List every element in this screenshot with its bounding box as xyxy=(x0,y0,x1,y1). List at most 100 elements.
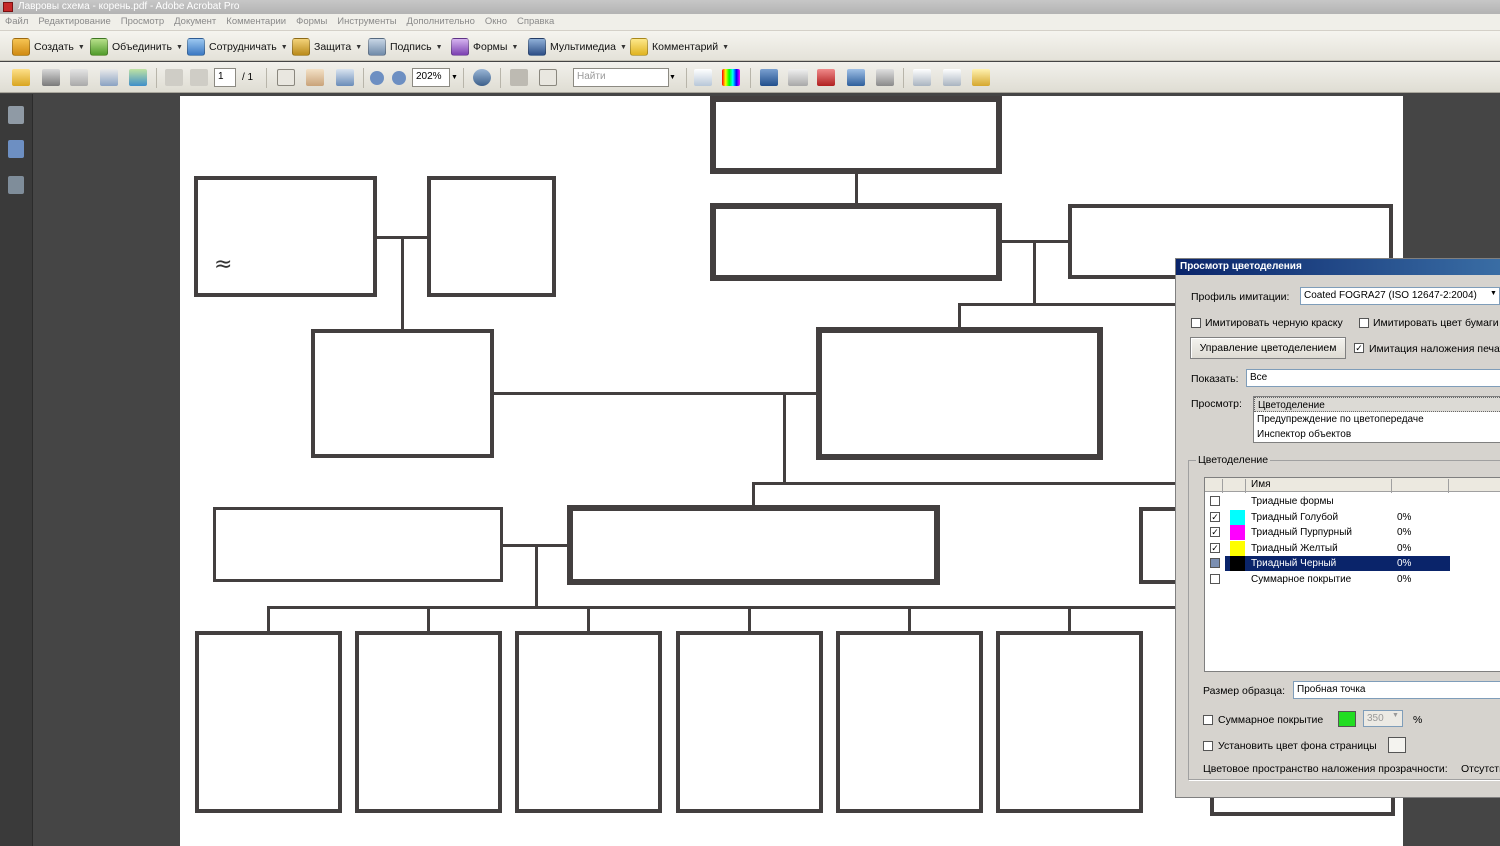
signatures-icon[interactable] xyxy=(8,176,24,194)
sim-black-ink-checkbox[interactable] xyxy=(1191,318,1201,328)
separation-checkbox[interactable] xyxy=(1210,573,1220,584)
touchup-icon[interactable] xyxy=(943,69,961,86)
separation-color-swatch xyxy=(1230,556,1245,571)
sign-button[interactable]: Подпись ▼ xyxy=(368,36,443,58)
chevron-down-icon[interactable]: ▼ xyxy=(1392,712,1399,719)
connector-line xyxy=(587,606,590,634)
text-field-icon[interactable] xyxy=(913,69,931,86)
total-coverage-checkbox[interactable] xyxy=(1203,715,1213,725)
separation-row[interactable]: Триадный Черный 0% xyxy=(1205,556,1500,571)
menu-advanced[interactable]: Дополнительно xyxy=(402,14,480,29)
menu-window[interactable]: Окно xyxy=(480,14,512,29)
print-icon[interactable] xyxy=(42,69,60,86)
coverage-color-swatch[interactable] xyxy=(1338,711,1356,727)
menu-tools[interactable]: Инструменты xyxy=(332,14,401,29)
output-preview-icon[interactable] xyxy=(722,69,740,86)
separation-row[interactable]: Триадные формы xyxy=(1205,494,1500,509)
bookmarks-icon[interactable] xyxy=(8,140,24,158)
col-divider xyxy=(1391,479,1392,493)
navigation-toolbar: 1 / 1 202% ▼ Найти ▼ xyxy=(0,62,1500,93)
separation-row[interactable]: ✓ Триадный Голубой 0% xyxy=(1205,509,1500,525)
menu-edit[interactable]: Редактирование xyxy=(33,14,115,29)
save-icon[interactable] xyxy=(70,69,88,86)
attachment-icon[interactable] xyxy=(876,69,894,86)
manage-separations-button[interactable]: Управление цветоделением xyxy=(1190,337,1346,359)
full-screen-icon[interactable] xyxy=(539,69,557,86)
connector-line xyxy=(958,303,961,330)
col-check xyxy=(1205,479,1223,493)
search-input[interactable]: Найти xyxy=(573,68,669,87)
select-text-icon[interactable] xyxy=(277,69,295,86)
secure-button[interactable]: Защита ▼ xyxy=(292,36,362,58)
create-button[interactable]: Создать ▼ xyxy=(12,36,85,58)
preview-option-separations[interactable]: Цветоделение xyxy=(1254,397,1500,412)
separation-row[interactable]: ✓ Триадный Пурпурный 0% xyxy=(1205,525,1500,540)
show-select[interactable]: Все xyxy=(1246,369,1500,387)
separation-checkbox[interactable] xyxy=(1210,558,1220,568)
pages-icon[interactable] xyxy=(8,106,24,124)
total-coverage-label: Суммарное покрытие xyxy=(1218,714,1324,726)
page-icon[interactable] xyxy=(694,69,712,86)
fit-width-icon[interactable] xyxy=(510,69,528,86)
multimedia-button[interactable]: Мультимедиа ▼ xyxy=(528,36,627,58)
separation-row[interactable]: Суммарное покрытие 0% xyxy=(1205,572,1500,587)
preview-option-object-inspector[interactable]: Инспектор объектов xyxy=(1254,427,1500,442)
separation-checkbox[interactable]: ✓ xyxy=(1210,511,1220,522)
chevron-down-icon[interactable]: ▼ xyxy=(1490,290,1497,297)
link-tool-icon[interactable] xyxy=(817,69,835,86)
separation-row[interactable]: ✓ Триадный Желтый 0% xyxy=(1205,540,1500,556)
upload-icon[interactable] xyxy=(129,69,147,86)
page-number-input[interactable]: 1 xyxy=(214,68,236,87)
combine-button[interactable]: Объединить ▼ xyxy=(90,36,183,58)
separation-checkbox[interactable] xyxy=(1210,496,1220,506)
menu-comments[interactable]: Комментарии xyxy=(221,14,291,29)
menu-forms[interactable]: Формы xyxy=(291,14,332,29)
next-page-icon[interactable] xyxy=(190,69,208,86)
page-background-checkbox[interactable] xyxy=(1203,741,1213,751)
profile-select[interactable]: Coated FOGRA27 (ISO 12647-2:2004) xyxy=(1300,287,1500,305)
comment-button[interactable]: Комментарий ▼ xyxy=(630,36,729,58)
separation-name: Триадные формы xyxy=(1251,496,1334,507)
percent-sign: % xyxy=(1413,714,1423,726)
sim-overprint-checkbox[interactable]: ✓ xyxy=(1354,343,1364,353)
col-name-header: Имя xyxy=(1251,479,1271,490)
forms-icon xyxy=(451,38,469,56)
chevron-down-icon[interactable]: ▼ xyxy=(451,74,458,81)
previous-page-icon[interactable] xyxy=(165,69,183,86)
open-folder-icon[interactable] xyxy=(12,69,30,86)
email-icon[interactable] xyxy=(100,69,118,86)
collaborate-button[interactable]: Сотрудничать ▼ xyxy=(187,36,288,58)
stamp-icon[interactable] xyxy=(473,69,491,86)
chevron-down-icon[interactable]: ▼ xyxy=(669,74,676,81)
connector-line xyxy=(855,171,858,204)
sample-size-select[interactable]: Пробная точка xyxy=(1293,681,1500,699)
menu-help[interactable]: Справка xyxy=(512,14,559,29)
multimedia-icon xyxy=(528,38,546,56)
page-background-swatch[interactable] xyxy=(1388,737,1406,753)
separation-checkbox[interactable]: ✓ xyxy=(1210,542,1220,553)
ok-button-icon[interactable] xyxy=(788,69,808,86)
crop-tool-icon[interactable] xyxy=(847,69,865,86)
menu-view[interactable]: Просмотр xyxy=(116,14,169,29)
zoom-out-icon[interactable] xyxy=(370,71,384,85)
diagram-box xyxy=(567,505,940,585)
preview-option-color-warnings[interactable]: Предупреждение по цветопередаче xyxy=(1254,412,1500,427)
select-object-icon[interactable] xyxy=(760,69,778,86)
hand-tool-icon[interactable] xyxy=(306,69,324,86)
edit-form-icon[interactable] xyxy=(972,69,990,86)
page-background-label: Установить цвет фона страницы xyxy=(1218,740,1377,752)
forms-button[interactable]: Формы ▼ xyxy=(451,36,518,58)
sim-paper-color-checkbox[interactable] xyxy=(1359,318,1369,328)
zoom-in-icon[interactable] xyxy=(392,71,406,85)
chevron-down-icon: ▼ xyxy=(175,43,183,51)
menu-file[interactable]: Файл xyxy=(0,14,33,29)
show-label: Показать: xyxy=(1191,373,1239,385)
toolbar-divider xyxy=(156,68,157,88)
diagram-box xyxy=(710,203,1002,281)
menu-document[interactable]: Документ xyxy=(169,14,221,29)
separation-checkbox[interactable]: ✓ xyxy=(1210,527,1220,537)
separation-percent: 0% xyxy=(1397,542,1412,554)
zoom-tool-icon[interactable] xyxy=(336,69,354,86)
zoom-level-input[interactable]: 202% xyxy=(412,68,450,87)
chevron-down-icon: ▼ xyxy=(620,43,627,51)
